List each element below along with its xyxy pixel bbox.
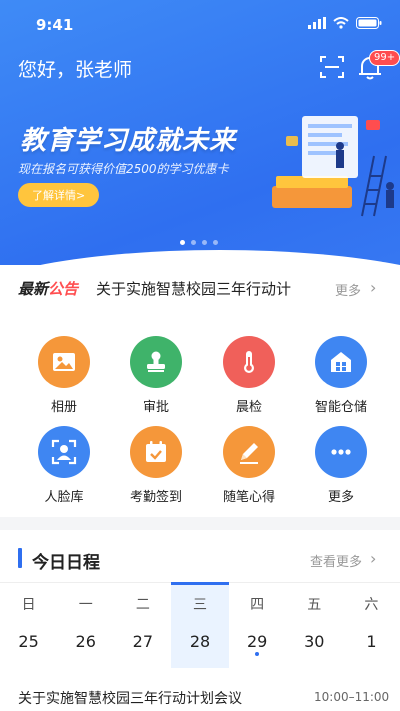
- battery-icon: [356, 17, 382, 29]
- app-label: 考勤签到: [129, 490, 182, 505]
- calendar-day[interactable]: 日 25: [0, 582, 57, 668]
- app-label: 随笔心得: [222, 490, 275, 505]
- notice-text[interactable]: 关于实施智慧校园三年行动计: [96, 278, 316, 299]
- wifi-icon: [333, 17, 349, 29]
- event-title: 关于实施智慧校园三年行动计划会议: [18, 691, 242, 707]
- scan-icon: [320, 56, 344, 78]
- date-number: 27: [132, 632, 154, 651]
- calendar-day[interactable]: 三 28: [171, 582, 229, 668]
- pagination-dot[interactable]: [213, 240, 218, 245]
- app-item[interactable]: 审批: [116, 336, 196, 415]
- section-accent-bar: [18, 548, 22, 568]
- schedule-more-link[interactable]: 查看更多: [310, 551, 362, 570]
- banner-title: 教育学习成就未来: [20, 126, 237, 156]
- pencil-icon: [223, 426, 275, 478]
- calendar-day[interactable]: 二 27: [114, 582, 171, 668]
- stamp-icon: [130, 336, 182, 388]
- app-label: 智能仓储: [314, 400, 367, 415]
- app-item[interactable]: 人脸库: [24, 426, 104, 505]
- scan-button[interactable]: [320, 55, 344, 79]
- pagination-dot[interactable]: [202, 240, 207, 245]
- face-icon: [38, 426, 90, 478]
- signal-icon: [308, 17, 326, 29]
- calendar-day[interactable]: 六1: [343, 582, 400, 668]
- banner-pagination: [180, 240, 218, 245]
- event-time: 10:00–11:00: [314, 690, 390, 704]
- week-calendar: 日 25 一 26 二 27 三 28 四 29 五 30 六 1: [0, 582, 400, 668]
- calendar-day[interactable]: 四 29: [229, 582, 286, 668]
- promo-banner[interactable]: 教育学习成就未来 现在报名可获得价值2500的学习优惠卡 了解详情>: [0, 100, 400, 250]
- notification-badge: 99+: [369, 50, 400, 66]
- more-icon: [315, 426, 367, 478]
- event-indicator-dot: [255, 652, 260, 656]
- calendar-day[interactable]: 一 26: [57, 582, 114, 668]
- date-number: 26: [75, 632, 96, 651]
- thermometer-icon: [223, 336, 275, 388]
- notice-tag: 最新公告: [18, 278, 78, 299]
- app-label: 相册: [50, 400, 77, 415]
- date-number: 25: [18, 632, 39, 651]
- status-icons: [308, 17, 382, 29]
- notice-more-link[interactable]: 更多: [335, 280, 361, 299]
- chevron-right-icon: ›: [370, 278, 377, 297]
- chevron-right-icon: ›: [370, 549, 377, 568]
- weekday-label: 一: [78, 597, 93, 613]
- app-item[interactable]: 智能仓储: [301, 336, 381, 415]
- app-item[interactable]: 考勤签到: [116, 426, 196, 505]
- pagination-dot[interactable]: [180, 240, 185, 245]
- status-time: 9:41: [36, 16, 74, 34]
- weekday-label: 六: [364, 597, 379, 613]
- event-item[interactable]: 关于实施智慧校园三年行动计划会议 10:00–11:00: [0, 680, 400, 711]
- greeting-text: 您好，张老师: [18, 59, 133, 81]
- app-label: 人脸库: [44, 490, 84, 505]
- app-label: 晨检: [235, 400, 262, 415]
- warehouse-icon: [315, 336, 367, 388]
- notice-tag-latest: 最新: [18, 280, 49, 298]
- app-item[interactable]: 随笔心得: [209, 426, 289, 505]
- pagination-dot[interactable]: [191, 240, 196, 245]
- weekday-label: 五: [307, 597, 322, 613]
- banner-illustration: [272, 116, 394, 217]
- app-item[interactable]: 相册: [24, 336, 104, 415]
- notice-tag-announcement: 公告: [48, 280, 79, 298]
- app-grid: 相册 审批 晨检 智能仓储人脸库 考勤签到 随笔心得 更多: [0, 322, 400, 517]
- schedule-section: 今日日程 查看更多 › 日 25 一 26 二 27 三 28 四 29 五 30 六 1 关于实施智慧校…: [0, 530, 400, 711]
- photo-icon: [38, 336, 90, 388]
- date-number: 28: [189, 632, 211, 651]
- weekday-label: 日: [21, 597, 36, 613]
- notice-bar[interactable]: 最新公告 关于实施智慧校园三年行动计 更多 ›: [0, 265, 400, 311]
- date-number: 1: [366, 632, 377, 651]
- app-item[interactable]: 更多: [301, 426, 381, 505]
- calendar-day[interactable]: 五 30: [286, 582, 343, 668]
- learn-more-button[interactable]: 了解详情>: [18, 183, 100, 207]
- weekday-label: 三: [192, 597, 207, 613]
- app-label: 审批: [142, 400, 169, 415]
- date-number: 30: [304, 632, 325, 651]
- weekday-label: 四: [250, 597, 265, 613]
- schedule-title: 今日日程: [32, 553, 100, 573]
- weekday-label: 二: [135, 597, 150, 613]
- status-bar: 9:41: [0, 0, 400, 48]
- app-item[interactable]: 晨检: [209, 336, 289, 415]
- date-number: 29: [246, 632, 268, 651]
- app-label: 更多: [327, 490, 354, 505]
- calendar-check-icon: [130, 426, 182, 478]
- banner-subtitle: 现在报名可获得价值2500的学习优惠卡: [18, 162, 229, 176]
